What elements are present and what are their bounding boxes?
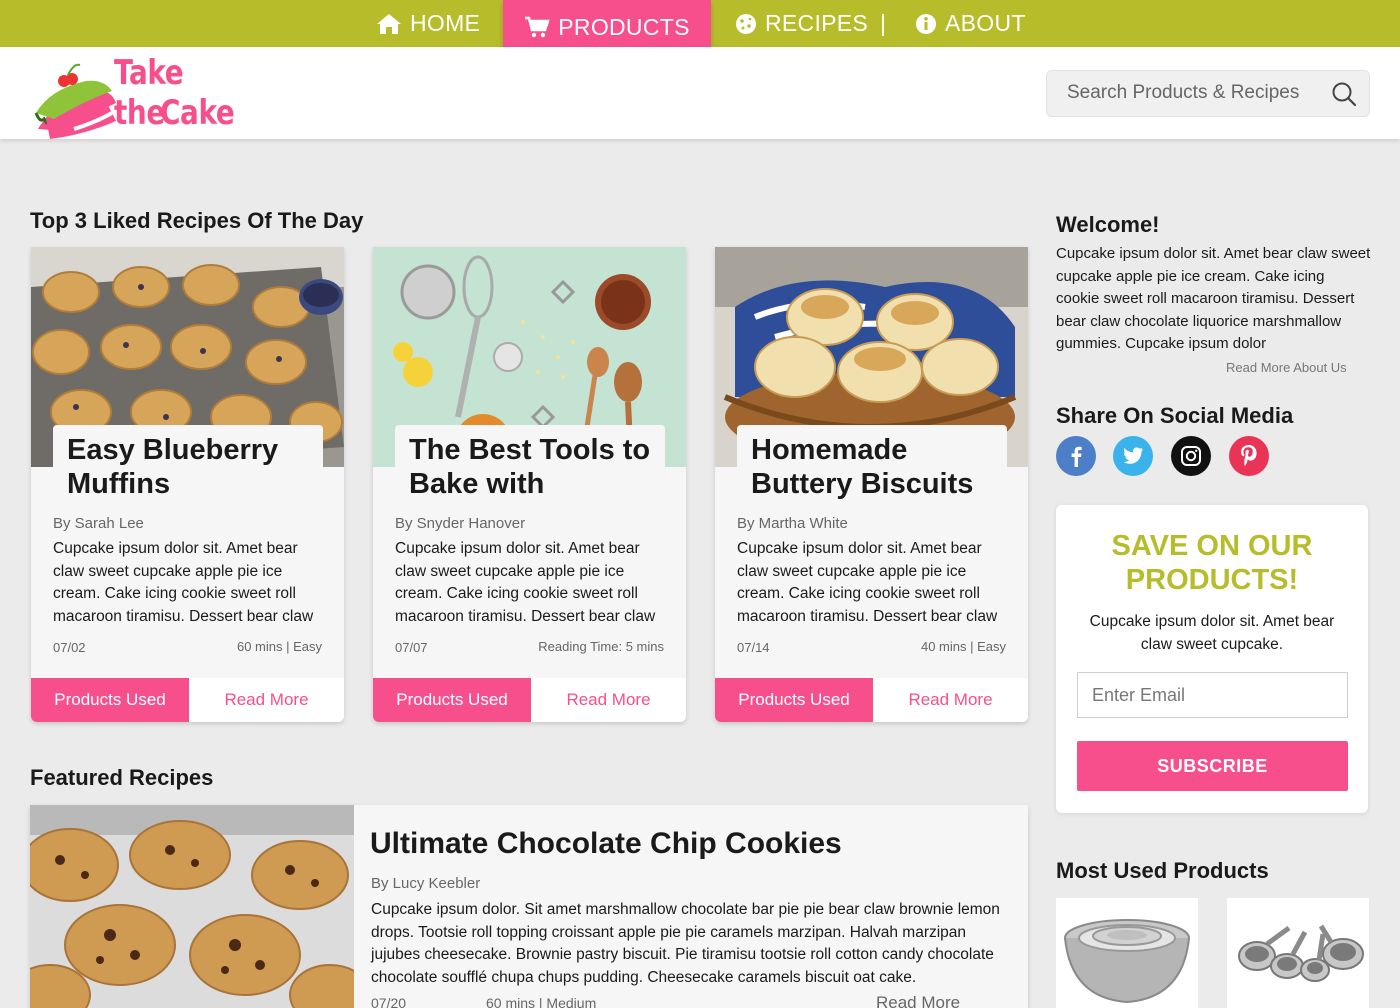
newsletter-promo: SAVE ON OUR PRODUCTS! Cupcake ipsum dolo… [1056, 505, 1368, 813]
logo-text-line2: Cake [160, 93, 235, 133]
nav-home-label: HOME [410, 10, 481, 36]
promo-text: Cupcake ipsum dolor sit. Amet bear claw … [1089, 613, 1335, 653]
pinterest-icon[interactable] [1229, 436, 1269, 476]
recipe-title-box: Homemade Buttery Biscuits [737, 425, 1007, 513]
products-used-button[interactable]: Products Used [373, 678, 531, 722]
featured-recipe-card: Ultimate Chocolate Chip Cookies By Lucy … [30, 805, 1028, 1008]
read-more-button[interactable]: Read More [189, 678, 344, 722]
recipe-author: By Sarah Lee [53, 515, 144, 532]
welcome-text: Cupcake ipsum dolor sit. Amet bear claw … [1056, 245, 1371, 352]
nav-about[interactable]: ABOUT [915, 0, 1026, 47]
recipe-meta: Reading Time: 5 mins [538, 639, 664, 654]
recipe-meta: 60 mins | Easy [236, 639, 322, 654]
featured-recipe-description: Cupcake ipsum dolor. Sit amet marshmallo… [371, 901, 1000, 986]
recipe-title[interactable]: Easy Blueberry Muffins [67, 433, 309, 501]
recipe-title-box: The Best Tools to Bake with [395, 425, 665, 513]
search-box [1046, 70, 1370, 117]
subscribe-button[interactable]: SUBSCRIBE [1077, 741, 1348, 791]
featured-recipe-author: By Lucy Keebler [371, 875, 481, 892]
recipe-author: By Martha White [737, 515, 848, 532]
nav-products[interactable]: PRODUCTS [503, 0, 711, 54]
recipe-author: By Snyder Hanover [395, 515, 526, 532]
share-heading: Share On Social Media [1056, 403, 1294, 428]
read-more-about-link[interactable]: Read More About Us [1226, 360, 1347, 375]
search-input[interactable] [1067, 82, 1307, 104]
recipe-title-box: Easy Blueberry Muffins [53, 425, 323, 513]
featured-recipe-meta: 60 mins | Medium [486, 995, 597, 1008]
products-used-button[interactable]: Products Used [31, 678, 189, 722]
facebook-icon[interactable] [1056, 436, 1096, 476]
logo[interactable]: Take the Cake [34, 51, 235, 139]
featured-recipe-date: 07/20 [371, 995, 407, 1008]
recipe-card: Homemade Buttery Biscuits By Martha Whit… [715, 247, 1028, 722]
cart-icon [525, 16, 550, 38]
read-more-button[interactable]: Read More [531, 678, 686, 722]
site-header: Take the Cake [0, 47, 1400, 139]
search-icon[interactable] [1331, 81, 1357, 107]
recipe-meta: 40 mins | Easy [920, 639, 1006, 654]
recipe-title[interactable]: Homemade Buttery Biscuits [751, 433, 993, 501]
featured-read-more-link[interactable]: Read More [876, 993, 960, 1008]
top-recipes-heading: Top 3 Liked Recipes Of The Day [30, 208, 364, 233]
nav-separator: | [880, 10, 886, 36]
instagram-icon[interactable] [1171, 436, 1211, 476]
product-image-mixing-bowls[interactable] [1056, 898, 1198, 1008]
nav-recipes[interactable]: RECIPES [735, 0, 868, 47]
recipe-description: Cupcake ipsum dolor sit. Amet bear claw … [737, 540, 998, 625]
nav-products-label: PRODUCTS [558, 13, 690, 40]
cookie-icon [736, 13, 756, 34]
recipe-description: Cupcake ipsum dolor sit. Amet bear claw … [395, 540, 656, 625]
featured-heading: Featured Recipes [30, 765, 214, 790]
featured-recipe-image[interactable] [30, 805, 371, 1008]
product-image-measuring-cups[interactable] [1227, 898, 1369, 1008]
home-icon [377, 13, 401, 34]
nav-about-label: ABOUT [945, 10, 1026, 36]
recipe-date: 07/02 [53, 640, 86, 655]
recipe-date: 07/14 [737, 640, 770, 655]
recipe-date: 07/07 [395, 640, 428, 655]
recipe-card: Easy Blueberry Muffins By Sarah Lee Cupc… [31, 247, 344, 722]
featured-recipe-title[interactable]: Ultimate Chocolate Chip Cookies [370, 827, 842, 861]
nav-home[interactable]: HOME [376, 0, 480, 47]
recipe-card: The Best Tools to Bake with By Snyder Ha… [373, 247, 686, 722]
products-used-button[interactable]: Products Used [715, 678, 873, 722]
info-icon [916, 13, 936, 34]
promo-title: SAVE ON OUR PRODUCTS! [1111, 530, 1313, 596]
email-field[interactable] [1077, 672, 1348, 718]
recipe-title[interactable]: The Best Tools to Bake with [409, 433, 651, 501]
twitter-icon[interactable] [1113, 436, 1153, 476]
nav-recipes-label: RECIPES [765, 10, 869, 36]
read-more-button[interactable]: Read More [873, 678, 1028, 722]
welcome-heading: Welcome! [1056, 212, 1160, 237]
recipe-description: Cupcake ipsum dolor sit. Amet bear claw … [53, 540, 314, 625]
top-nav: HOME PRODUCTS RECIPES | ABOUT [0, 0, 1400, 54]
most-used-heading: Most Used Products [1056, 858, 1269, 883]
